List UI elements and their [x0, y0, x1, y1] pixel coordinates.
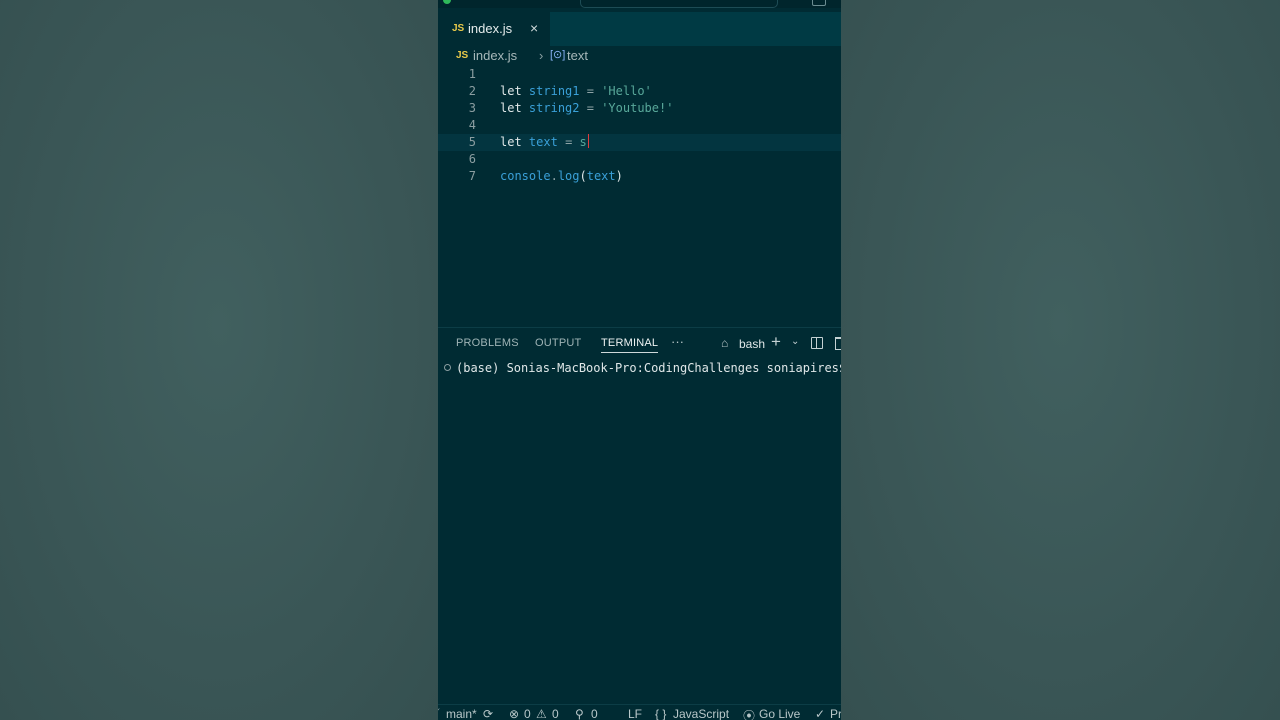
argument: text [586, 169, 616, 183]
end-of-line[interactable]: LF [628, 707, 642, 720]
string-literal: 'Hello' [601, 84, 652, 98]
operator: = [586, 101, 594, 115]
string-literal: 'Youtube!' [601, 101, 674, 115]
line-number: 4 [468, 118, 476, 132]
error-count[interactable]: 0 [524, 707, 531, 720]
typed-text: s [579, 135, 587, 149]
keyword: let [500, 84, 522, 98]
prettier-label[interactable]: Pr [830, 707, 841, 720]
tab-label: index.js [468, 21, 513, 36]
keyword: let [500, 135, 522, 149]
error-icon[interactable]: ⊗ [509, 707, 519, 720]
vscode-window: JS index.js × JS index.js › [⊙] text 1 2… [438, 0, 841, 720]
window-control-icon[interactable] [443, 0, 451, 4]
warning-icon[interactable]: ⚠ [536, 707, 547, 720]
branch-name[interactable]: main* [446, 707, 477, 720]
breadcrumb-symbol[interactable]: text [567, 48, 588, 63]
breadcrumb-file[interactable]: index.js [473, 48, 517, 63]
tab-problems[interactable]: PROBLEMS [456, 337, 519, 349]
tab-output[interactable]: OUTPUT [535, 337, 581, 349]
javascript-file-icon: JS [456, 50, 469, 61]
code-line[interactable]: 7 console.log(text) [438, 168, 841, 185]
language-mode[interactable]: JavaScript [673, 707, 729, 720]
text-cursor [587, 134, 589, 148]
title-bar [438, 0, 841, 8]
command-status-icon [444, 364, 451, 371]
sync-icon[interactable]: ⟳ [483, 707, 493, 720]
broadcast-icon: ⦿ [743, 709, 756, 720]
terminal-shell-icon: ⌂ [721, 336, 729, 350]
code-line[interactable]: 3 let string2 = 'Youtube!' [438, 100, 841, 117]
check-icon: ✓ [815, 707, 826, 720]
line-number: 7 [468, 169, 476, 183]
variable: string2 [528, 101, 580, 115]
variable: text [528, 135, 558, 149]
terminal-line[interactable]: (base) Sonias-MacBook-Pro:CodingChalleng… [438, 359, 841, 377]
chevron-right-icon: › [539, 48, 544, 63]
object-name: console [500, 169, 551, 183]
more-icon[interactable]: ··· [671, 334, 684, 349]
terminal-shell-name[interactable]: bash [739, 337, 765, 351]
code-line[interactable]: 2 let string1 = 'Hello' [438, 83, 841, 100]
paren-open: ( [579, 169, 587, 183]
line-number: 1 [468, 67, 476, 81]
variable-symbol-icon: [⊙] [550, 49, 566, 61]
line-number: 6 [468, 152, 476, 166]
command-center[interactable] [580, 0, 778, 8]
braces-icon: { } [655, 707, 667, 720]
javascript-file-icon: JS [452, 23, 465, 34]
close-icon[interactable]: × [530, 20, 538, 36]
code-line-active[interactable]: 5 let text = s [438, 134, 841, 151]
tab-index-js[interactable]: JS index.js × [438, 12, 550, 46]
go-live-button[interactable]: Go Live [759, 707, 800, 720]
warning-count[interactable]: 0 [552, 707, 559, 720]
blurred-background-left [0, 0, 438, 720]
variable: string1 [528, 84, 580, 98]
line-number: 2 [468, 84, 476, 98]
keyword: let [500, 101, 522, 115]
ports-count[interactable]: 0 [591, 707, 598, 720]
operator: = [565, 135, 573, 149]
trash-icon[interactable] [835, 337, 841, 350]
code-line[interactable]: 4 [438, 117, 841, 134]
tab-terminal[interactable]: TERMINAL [601, 337, 659, 353]
layout-icon[interactable] [812, 0, 826, 6]
terminal-prompt: (base) Sonias-MacBook-Pro:CodingChalleng… [456, 361, 841, 375]
branch-icon: ᚴ [438, 707, 441, 720]
status-bar: ᚴ main* ⟳ ⊗ 0 ⚠ 0 ⚲ 0 LF { } JavaScript … [438, 704, 841, 720]
new-terminal-icon[interactable]: + [771, 332, 781, 352]
function-name: log [557, 169, 580, 183]
code-line[interactable]: 1 [438, 66, 841, 83]
operator: = [586, 84, 594, 98]
code-line[interactable]: 6 [438, 151, 841, 168]
tab-bar: JS index.js × [438, 12, 841, 46]
line-number: 5 [468, 135, 476, 149]
bottom-panel: PROBLEMS OUTPUT TERMINAL ··· ⌂ bash + ⌄ … [438, 327, 841, 705]
blurred-background-right [841, 0, 1280, 720]
paren-close: ) [615, 169, 623, 183]
ports-icon[interactable]: ⚲ [575, 707, 584, 720]
dot-operator: . [550, 169, 558, 183]
line-number: 3 [468, 101, 476, 115]
chevron-down-icon[interactable]: ⌄ [791, 336, 799, 347]
split-terminal-icon[interactable] [811, 337, 823, 349]
